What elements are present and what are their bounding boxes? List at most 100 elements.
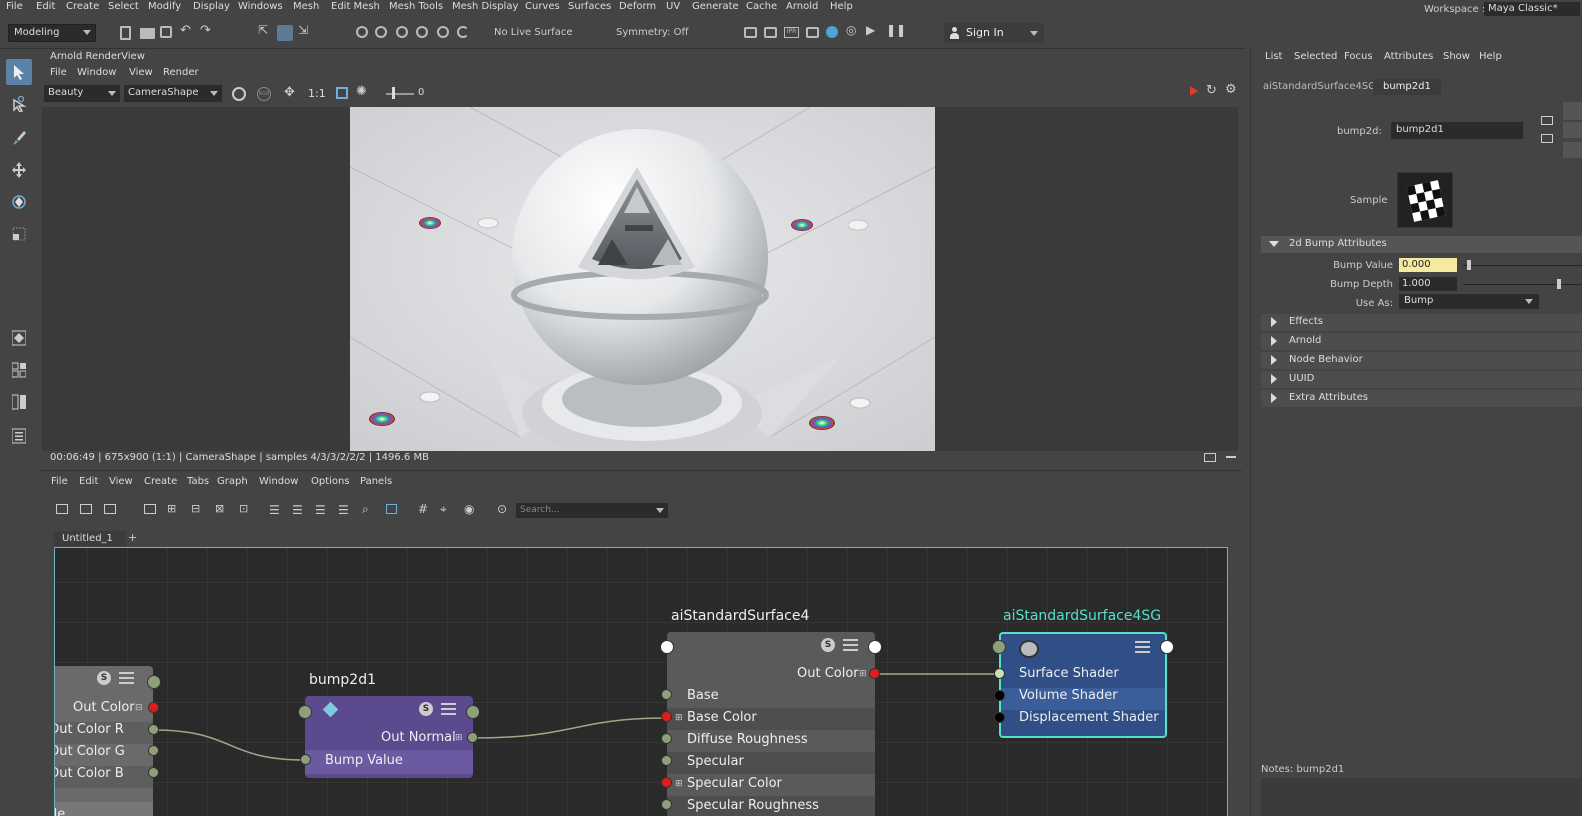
ae-menu-selected[interactable]: Selected [1294, 51, 1337, 62]
full-mode-icon[interactable]: ☰ [315, 503, 326, 517]
node-search-input[interactable]: Search... [516, 503, 668, 518]
gear-icon[interactable]: ⚙ [1225, 82, 1237, 97]
ae-menu-help[interactable]: Help [1479, 51, 1502, 62]
section-2d-bump-attributes[interactable]: 2d Bump Attributes [1261, 236, 1582, 253]
save-scene-icon[interactable] [160, 26, 172, 38]
ae-menu-list[interactable]: List [1265, 51, 1282, 62]
bump-depth-field[interactable]: 1.000 [1399, 277, 1457, 291]
surface-input-port[interactable] [660, 640, 674, 654]
bump-value-port[interactable] [300, 754, 311, 765]
surface-specular-roughness-port[interactable] [661, 799, 672, 810]
menu-arnold[interactable]: Arnold [786, 1, 818, 12]
select-object-icon[interactable] [277, 25, 293, 41]
show-button[interactable] [1563, 122, 1582, 138]
surface-specular-port[interactable] [661, 755, 672, 766]
rotate-tool[interactable] [6, 189, 32, 215]
clear-graph-icon[interactable]: ⊠ [215, 502, 224, 515]
selection-icon[interactable] [386, 504, 397, 514]
snap-grid-icon[interactable] [356, 26, 368, 38]
bump-node[interactable]: S Out Normal ⊞ Bump Value [305, 696, 473, 778]
stop-render-icon[interactable]: ▶ [866, 23, 880, 37]
open-scene-icon[interactable] [140, 28, 155, 39]
add-selected-icon[interactable]: ⊞ [167, 502, 176, 515]
tab-shading-group[interactable]: aiStandardSurface4SG [1253, 79, 1386, 95]
surface-output-port[interactable] [868, 640, 882, 654]
bump-value-slider-handle[interactable] [1467, 260, 1471, 270]
zoom-ratio[interactable]: 1:1 [308, 87, 326, 100]
play-render-icon[interactable] [1190, 86, 1198, 96]
bump-input-port[interactable] [298, 705, 312, 719]
live-surface-label[interactable]: No Live Surface [494, 27, 572, 38]
select-tool[interactable] [6, 59, 32, 85]
workspace-select[interactable]: Maya Classic* [1484, 2, 1580, 16]
node-graph-canvas[interactable]: S Out Color ⊟ Out Color R Out Color G Ou… [54, 547, 1228, 816]
bump-depth-slider[interactable] [1463, 284, 1582, 285]
render-settings-icon[interactable] [806, 27, 819, 38]
ne-menu-view[interactable]: View [109, 476, 133, 487]
expand-icon[interactable]: ⊞ [455, 733, 463, 743]
ae-menu-focus[interactable]: Focus [1344, 51, 1373, 62]
sg-output-port[interactable] [1160, 640, 1174, 654]
surface-diffuse-roughness-port[interactable] [661, 733, 672, 744]
notes-field[interactable] [1261, 778, 1582, 816]
left-out-color-b-port[interactable] [148, 767, 159, 778]
section-uuid[interactable]: UUID [1261, 371, 1582, 388]
camera-select[interactable]: CameraShape [124, 85, 222, 102]
ne-menu-panels[interactable]: Panels [360, 476, 392, 487]
section-effects[interactable]: Effects [1261, 314, 1582, 331]
lasso-tool[interactable] [6, 91, 32, 117]
hide-button[interactable] [1563, 142, 1582, 158]
graph-output-icon[interactable] [80, 504, 92, 514]
menu-deform[interactable]: Deform [619, 1, 656, 12]
menu-uv[interactable]: UV [666, 1, 680, 12]
menu-edit[interactable]: Edit [36, 1, 55, 12]
rv-menu-render[interactable]: Render [163, 67, 199, 78]
ne-menu-window[interactable]: Window [259, 476, 298, 487]
connected-mode-icon[interactable]: ☰ [292, 503, 303, 517]
rv-menu-window[interactable]: Window [77, 67, 116, 78]
bump-depth-slider-handle[interactable] [1557, 279, 1561, 289]
surface-base-port[interactable] [661, 689, 672, 700]
focus-input-icon[interactable] [1541, 116, 1553, 125]
surface-out-color-port[interactable] [869, 668, 880, 679]
menu-modify[interactable]: Modify [148, 1, 181, 12]
tab-untitled-1[interactable]: Untitled_1 [54, 531, 126, 546]
surface-node[interactable]: S Out Color ⊞ Base ⊞ Base Color Diffuse … [667, 632, 875, 816]
menu-edit-mesh[interactable]: Edit Mesh [331, 1, 380, 12]
section-arnold[interactable]: Arnold [1261, 333, 1582, 350]
symmetry-select[interactable]: Symmetry: Off [616, 27, 688, 38]
menu-generate[interactable]: Generate [692, 1, 739, 12]
four-view-layout[interactable] [6, 357, 32, 383]
sg-surface-shader-port[interactable] [994, 668, 1005, 679]
select-hierarchy-icon[interactable]: ⇱ [258, 23, 272, 37]
surface-base-color-port[interactable] [661, 711, 672, 722]
sg-volume-shader-port[interactable] [994, 690, 1005, 701]
exposure-value[interactable]: 0 [414, 86, 474, 100]
focus-output-icon[interactable] [1541, 134, 1553, 143]
use-as-select[interactable]: Bump [1399, 294, 1539, 309]
left-out-color-port[interactable] [148, 702, 159, 713]
select-component-icon[interactable]: ⇲ [298, 23, 312, 37]
shading-group-node[interactable]: Surface Shader Volume Shader Displacemen… [999, 632, 1167, 738]
left-out-color-g-port[interactable] [148, 745, 159, 756]
menu-help[interactable]: Help [830, 1, 853, 12]
render-sequence-icon[interactable] [764, 27, 777, 38]
snapshot-icon[interactable] [1204, 453, 1216, 462]
undo-icon[interactable]: ↶ [180, 23, 194, 38]
snap-rotate-icon[interactable] [457, 26, 469, 38]
surface-specular-color-port[interactable] [661, 777, 672, 788]
move-tool[interactable] [6, 157, 32, 183]
pause-icon[interactable]: ❚❚ [886, 23, 906, 37]
new-scene-icon[interactable] [120, 26, 131, 40]
ne-menu-graph[interactable]: Graph [217, 476, 248, 487]
rearrange-graph-icon[interactable]: ⊡ [239, 502, 248, 515]
sg-input-port[interactable] [992, 640, 1006, 654]
exposure-slider-handle[interactable] [392, 87, 395, 99]
add-tab-button[interactable]: + [128, 531, 137, 544]
section-node-behavior[interactable]: Node Behavior [1261, 352, 1582, 369]
ne-menu-options[interactable]: Options [311, 476, 350, 487]
ae-menu-show[interactable]: Show [1443, 51, 1470, 62]
ne-menu-tabs[interactable]: Tabs [187, 476, 209, 487]
ne-menu-create[interactable]: Create [144, 476, 177, 487]
menu-mesh-tools[interactable]: Mesh Tools [389, 1, 443, 12]
